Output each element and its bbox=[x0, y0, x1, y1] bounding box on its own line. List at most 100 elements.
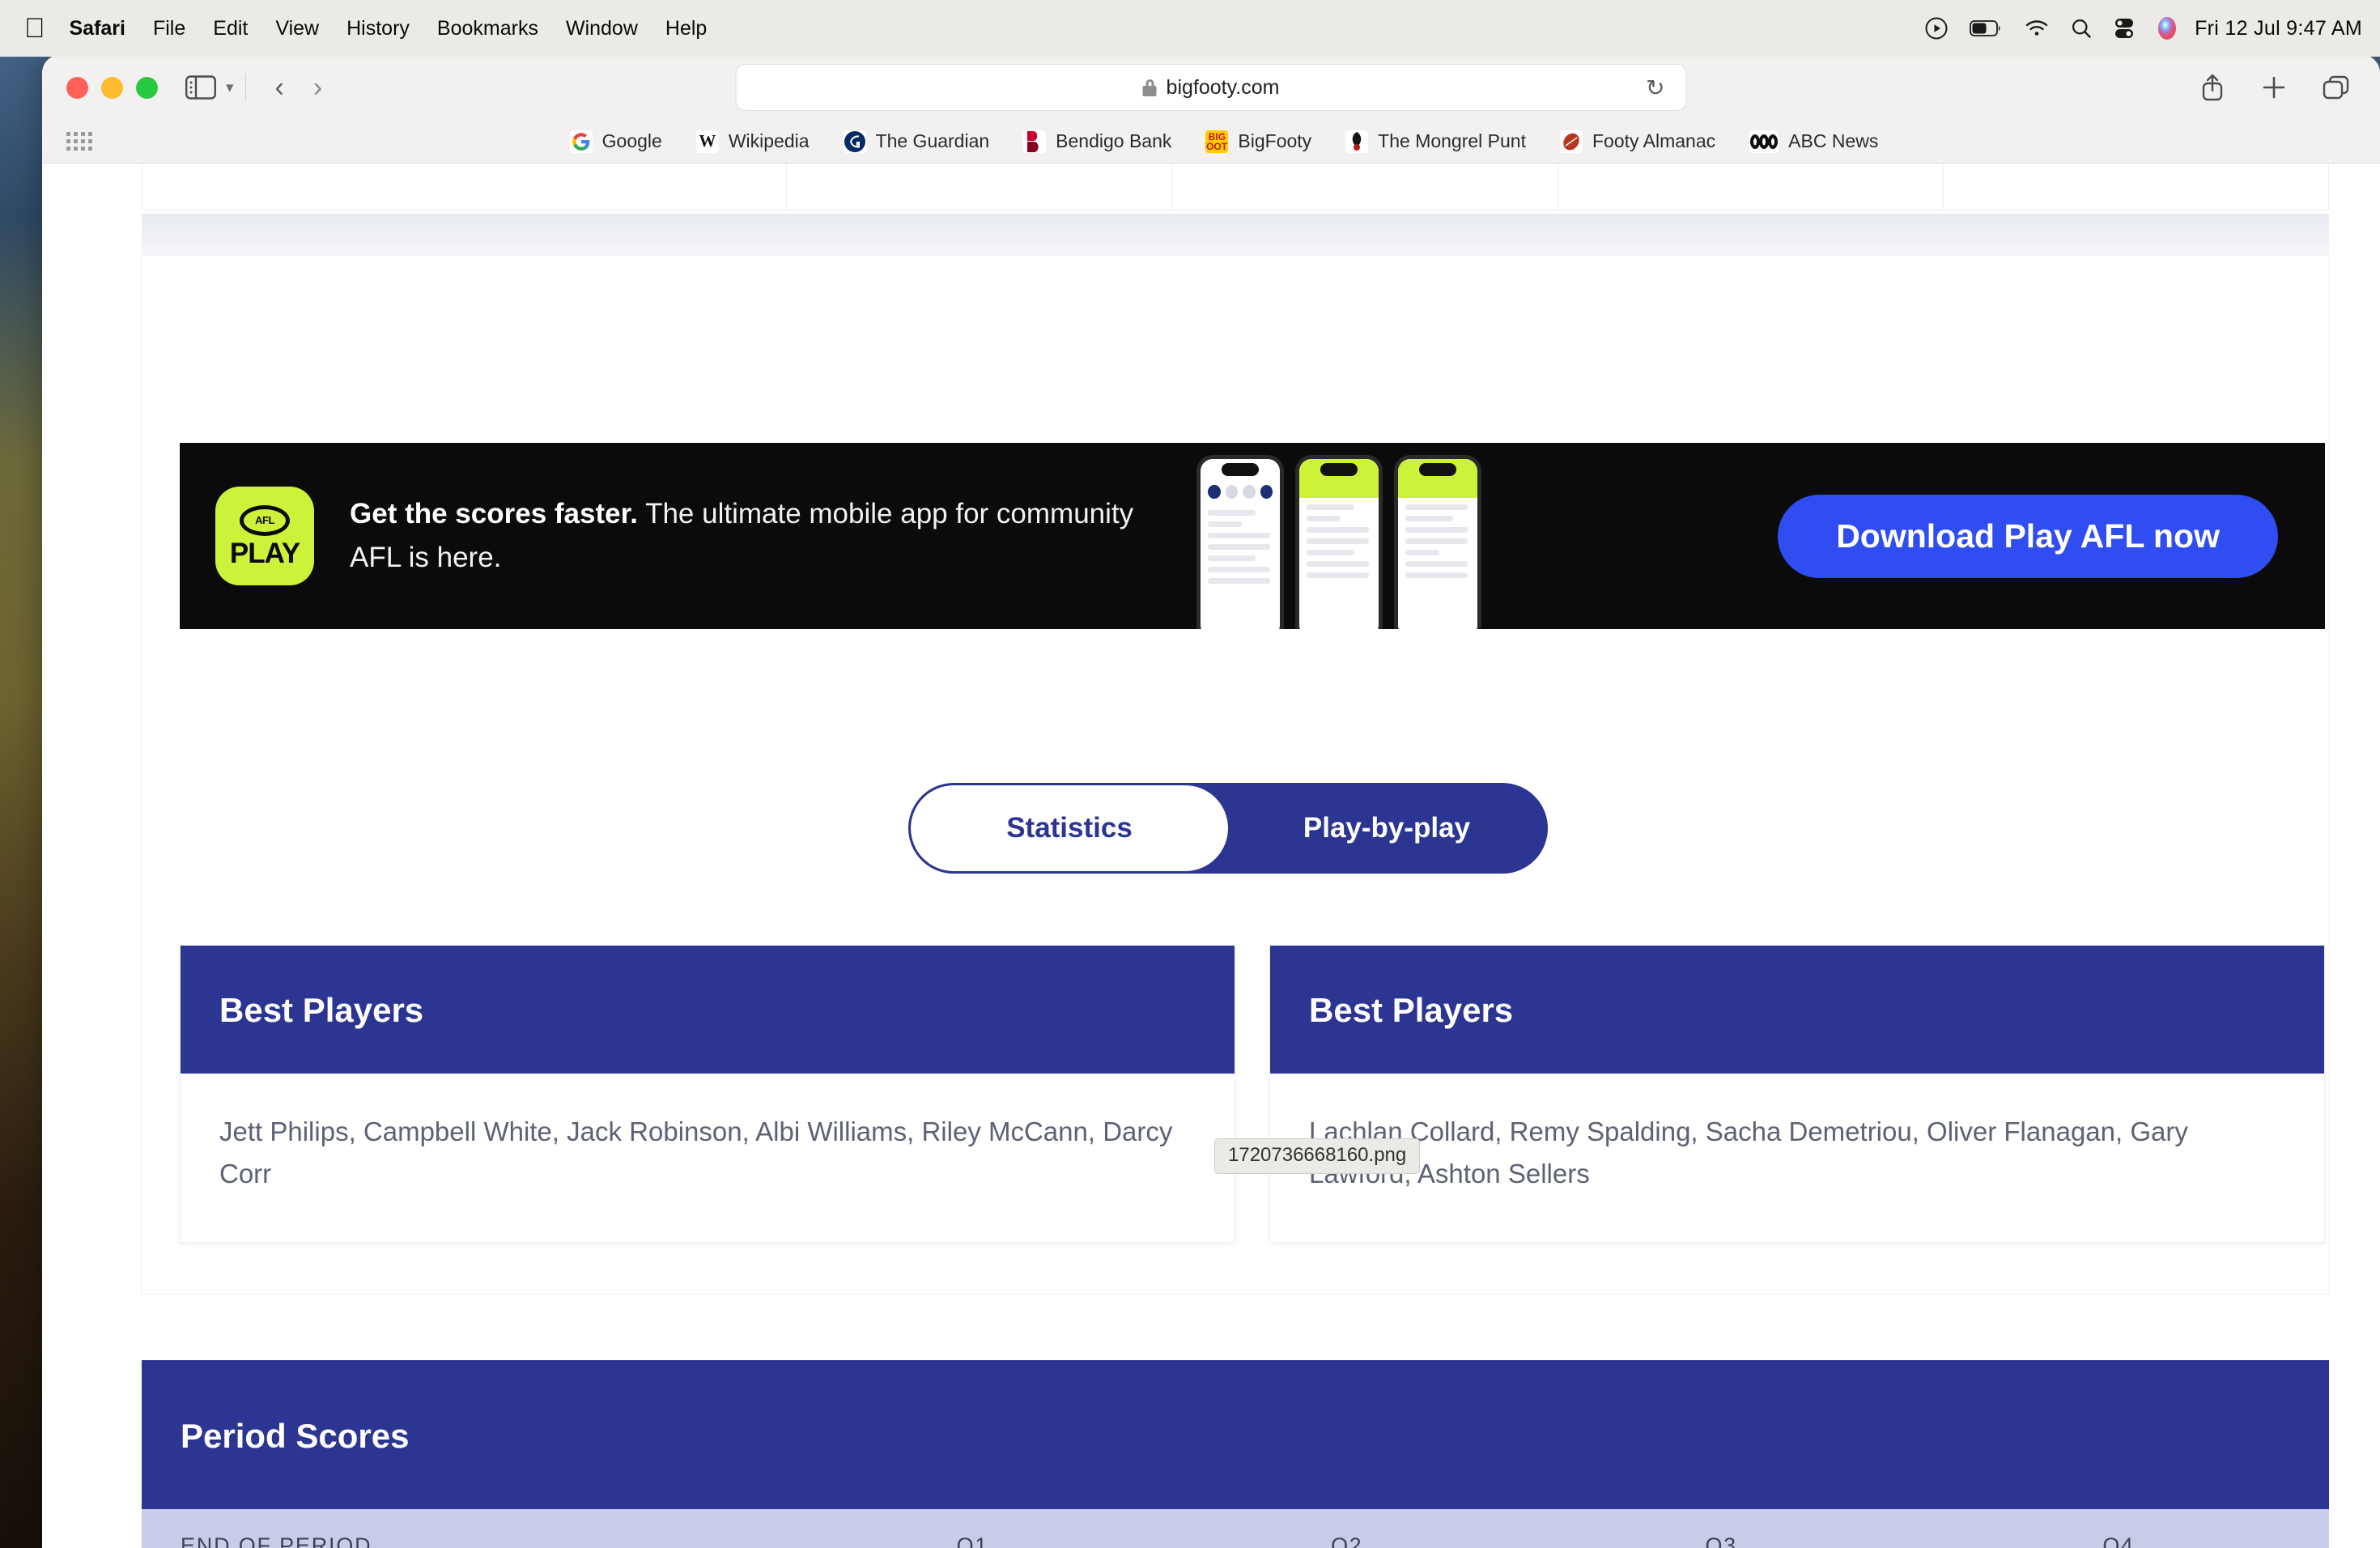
back-arrow-icon[interactable]: ‹ bbox=[275, 72, 284, 104]
downloaded-file-tooltip[interactable]: 1720736668160.png bbox=[1214, 1138, 1421, 1174]
phone-mockup-3 bbox=[1394, 455, 1481, 629]
close-window-button[interactable] bbox=[66, 76, 88, 99]
best-players-title: Best Players bbox=[219, 991, 424, 1029]
period-scores-card: Period Scores END OF PERIOD Q1 Q2 Q3 Q4 bbox=[142, 1360, 2329, 1548]
best-players-card-home: Best Players Jett Philips, Campbell Whit… bbox=[180, 945, 1235, 1244]
bookmark-label: Google bbox=[601, 130, 662, 151]
share-icon[interactable] bbox=[2199, 72, 2226, 103]
bookmark-the-mongrel-punt[interactable]: The Mongrel Punt bbox=[1345, 130, 1526, 153]
menubar-clock[interactable]: Fri 12 Jul 9:47 AM bbox=[2195, 17, 2362, 40]
scoring-progression-q3: 7.15 bbox=[1557, 164, 1943, 210]
period-scores-title: Period Scores bbox=[181, 1417, 410, 1455]
best-players-row: Best Players Jett Philips, Campbell Whit… bbox=[180, 945, 2325, 1244]
macos-menu-bar:  Safari File Edit View History Bookmark… bbox=[0, 0, 2380, 57]
best-players-header-home: Best Players bbox=[181, 946, 1235, 1074]
scoring-progression-q1: 4.5 bbox=[786, 164, 1171, 210]
address-bar[interactable]: bigfooty.com ↻ bbox=[735, 64, 1687, 111]
window-controls bbox=[66, 76, 158, 99]
web-page-content: SMMETRO SMJFL U15 Boys Division 1 4.5 5.… bbox=[42, 164, 2380, 1548]
bookmarks-bar: Google W Wikipedia The Guardian Bendigo … bbox=[42, 120, 2380, 164]
menubar-status-icons bbox=[1924, 15, 2178, 41]
phone-notch bbox=[1222, 463, 1259, 476]
column-q1: Q1 bbox=[956, 1533, 988, 1548]
column-q4: Q4 bbox=[2102, 1533, 2135, 1548]
bookmark-google[interactable]: Google bbox=[569, 130, 662, 153]
spotlight-search-icon[interactable] bbox=[2070, 17, 2093, 40]
bookmark-bigfooty[interactable]: BIGFOOTY BigFooty bbox=[1205, 130, 1311, 153]
scoring-progression-q2: 5.8 bbox=[1171, 164, 1557, 210]
new-tab-icon[interactable] bbox=[2260, 74, 2288, 101]
phone-subbar bbox=[1398, 480, 1477, 498]
afl-play-wordmark: PLAY bbox=[229, 537, 300, 569]
page-scrollbar[interactable] bbox=[2367, 164, 2380, 1548]
minimize-window-button[interactable] bbox=[101, 76, 123, 99]
download-play-afl-button[interactable]: Download Play AFL now bbox=[1778, 494, 2278, 578]
afl-banner-copy: Get the scores faster. The ultimate mobi… bbox=[350, 492, 1159, 580]
afl-play-promo-banner[interactable]: AFL PLAY Get the scores faster. The ulti… bbox=[180, 443, 2325, 629]
bookmark-abc-news[interactable]: ABC News bbox=[1749, 130, 1878, 153]
maximize-window-button[interactable] bbox=[136, 76, 158, 99]
phone-content-lines bbox=[1398, 498, 1477, 585]
best-players-list: Lachlan Collard, Remy Spalding, Sacha De… bbox=[1309, 1116, 2188, 1189]
tab-overview-icon[interactable] bbox=[2322, 74, 2351, 101]
battery-icon[interactable] bbox=[1970, 19, 2004, 38]
toolbar-right-actions bbox=[2199, 72, 2356, 103]
best-players-card-away: Best Players Lachlan Collard, Remy Spald… bbox=[1269, 945, 2325, 1244]
menubar-item-bookmarks[interactable]: Bookmarks bbox=[437, 17, 538, 40]
footy-almanac-icon bbox=[1560, 130, 1583, 153]
statistics-playbyplay-toggle: Statistics Play-by-play bbox=[908, 783, 1548, 874]
period-scores-header: Period Scores bbox=[142, 1360, 2329, 1509]
bookmark-label: Footy Almanac bbox=[1592, 130, 1716, 151]
address-bar-url[interactable]: bigfooty.com bbox=[1167, 76, 1280, 100]
scoring-progression-table: SMMETRO SMJFL U15 Boys Division 1 4.5 5.… bbox=[142, 164, 2329, 211]
menubar-item-safari[interactable]: Safari bbox=[70, 17, 125, 40]
menubar-item-window[interactable]: Window bbox=[566, 17, 638, 40]
phone-notch bbox=[1419, 463, 1456, 476]
tab-play-by-play[interactable]: Play-by-play bbox=[1228, 785, 1545, 871]
reload-icon[interactable]: ↻ bbox=[1646, 74, 1664, 101]
bookmark-label: BigFooty bbox=[1238, 130, 1312, 151]
wikipedia-icon: W bbox=[695, 130, 719, 153]
best-players-body-away: Lachlan Collard, Remy Spalding, Sacha De… bbox=[1270, 1074, 2324, 1242]
abc-news-icon bbox=[1749, 130, 1779, 153]
menubar-item-view[interactable]: View bbox=[275, 17, 319, 40]
control-center-icon[interactable] bbox=[2114, 17, 2135, 40]
siri-icon[interactable] bbox=[2156, 15, 2178, 41]
best-players-header-away: Best Players bbox=[1270, 946, 2324, 1074]
mongrel-punt-icon bbox=[1345, 130, 1369, 153]
sidebar-icon[interactable] bbox=[185, 74, 216, 100]
section-separator bbox=[142, 214, 2329, 256]
view-toggle: Statistics Play-by-play bbox=[908, 783, 1548, 874]
column-q2: Q2 bbox=[1331, 1533, 1363, 1548]
bookmark-label: The Mongrel Punt bbox=[1378, 130, 1526, 151]
menubar-item-file[interactable]: File bbox=[153, 17, 185, 40]
best-players-list: Jett Philips, Campbell White, Jack Robin… bbox=[219, 1116, 1173, 1189]
menubar-item-help[interactable]: Help bbox=[665, 17, 707, 40]
bookmark-wikipedia[interactable]: W Wikipedia bbox=[695, 130, 810, 153]
column-end-of-period: END OF PERIOD bbox=[181, 1533, 372, 1548]
bendigo-bank-icon bbox=[1023, 130, 1047, 153]
bookmark-label: ABC News bbox=[1788, 130, 1879, 151]
menubar-item-history[interactable]: History bbox=[346, 17, 410, 40]
bookmark-the-guardian[interactable]: The Guardian bbox=[843, 130, 990, 153]
bookmark-label: Wikipedia bbox=[728, 130, 810, 151]
scoring-progression-team-cell: SMMETRO SMJFL U15 Boys Division 1 bbox=[142, 164, 786, 210]
menubar-item-edit[interactable]: Edit bbox=[213, 17, 248, 40]
bookmark-label: The Guardian bbox=[875, 130, 990, 151]
guardian-icon bbox=[843, 130, 866, 153]
tab-statistics[interactable]: Statistics bbox=[911, 785, 1228, 871]
wifi-icon[interactable] bbox=[2025, 19, 2049, 38]
bookmark-footy-almanac[interactable]: Footy Almanac bbox=[1560, 130, 1715, 153]
apple-menu-icon[interactable]:  bbox=[24, 15, 45, 42]
period-scores-table: END OF PERIOD Q1 Q2 Q3 Q4 bbox=[142, 1509, 2329, 1548]
period-scores-header-row: END OF PERIOD Q1 Q2 Q3 Q4 bbox=[142, 1509, 2329, 1548]
best-players-title: Best Players bbox=[1309, 991, 1514, 1029]
bookmark-bendigo-bank[interactable]: Bendigo Bank bbox=[1023, 130, 1171, 153]
safari-window: ▾ ‹ › bigfooty.com ↻ Google W Wikipedia … bbox=[42, 55, 2380, 1548]
chevron-down-icon[interactable]: ▾ bbox=[226, 79, 234, 97]
column-q3: Q3 bbox=[1705, 1533, 1737, 1548]
show-start-page-icon[interactable] bbox=[66, 132, 92, 151]
forward-arrow-icon[interactable]: › bbox=[313, 72, 322, 104]
phone-mockup-2 bbox=[1295, 455, 1383, 629]
control-center-play-icon[interactable] bbox=[1924, 16, 1949, 40]
